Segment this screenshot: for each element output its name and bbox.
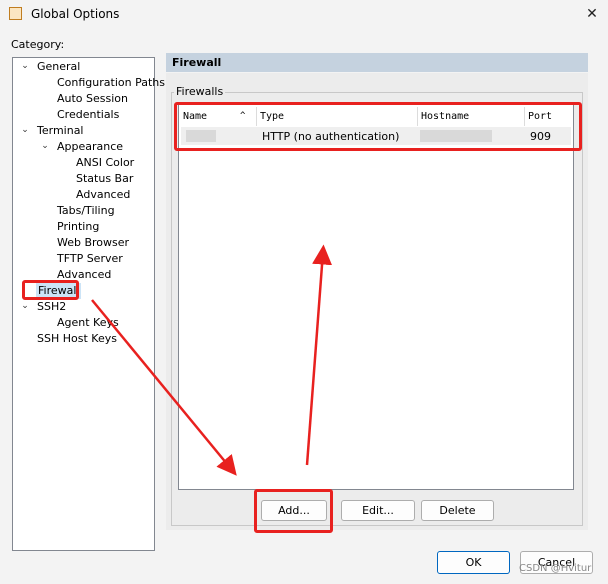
tree-item-ssh-host-keys[interactable]: SSH Host Keys bbox=[37, 331, 117, 347]
tree-item-appearance[interactable]: Appearance bbox=[57, 139, 123, 155]
section-header bbox=[166, 53, 588, 72]
firewalls-group-title: Firewalls bbox=[174, 85, 226, 98]
tree-item-auto-session[interactable]: Auto Session bbox=[57, 91, 128, 107]
tree-item-general[interactable]: General bbox=[37, 59, 80, 75]
annotation-box-list bbox=[174, 102, 582, 151]
delete-button[interactable]: Delete bbox=[421, 500, 494, 521]
tree-item-tabs-tiling[interactable]: Tabs/Tiling bbox=[57, 203, 115, 219]
tree-item-tftp-server[interactable]: TFTP Server bbox=[57, 251, 123, 267]
tree-item-ssh2[interactable]: SSH2 bbox=[37, 299, 66, 315]
chevron-down-icon[interactable]: ⌄ bbox=[20, 61, 30, 71]
chevron-down-icon[interactable]: ⌄ bbox=[20, 301, 30, 311]
annotation-box-add bbox=[254, 489, 333, 533]
app-icon bbox=[9, 7, 22, 20]
tree-item-printing[interactable]: Printing bbox=[57, 219, 99, 235]
window-title: Global Options bbox=[31, 7, 120, 21]
annotation-box-firewall bbox=[22, 280, 79, 300]
tree-item-configuration-paths[interactable]: Configuration Paths bbox=[57, 75, 165, 91]
tree-item-web-browser[interactable]: Web Browser bbox=[57, 235, 129, 251]
tree-item-terminal[interactable]: Terminal bbox=[37, 123, 84, 139]
chevron-down-icon[interactable]: ⌄ bbox=[40, 141, 50, 151]
tree-item-agent-keys[interactable]: Agent Keys bbox=[57, 315, 119, 331]
ok-button[interactable]: OK bbox=[437, 551, 510, 574]
chevron-down-icon[interactable]: ⌄ bbox=[20, 125, 30, 135]
tree-item-ansi-color[interactable]: ANSI Color bbox=[76, 155, 134, 171]
close-icon[interactable]: ✕ bbox=[582, 4, 602, 24]
section-title: Firewall bbox=[172, 56, 222, 69]
tree-item-appearance-advanced[interactable]: Advanced bbox=[76, 187, 130, 203]
tree-item-credentials[interactable]: Credentials bbox=[57, 107, 119, 123]
tree-item-status-bar[interactable]: Status Bar bbox=[76, 171, 133, 187]
category-label: Category: bbox=[11, 38, 65, 51]
watermark: CSDN @Hvitur bbox=[519, 563, 592, 574]
firewall-list[interactable] bbox=[178, 104, 574, 490]
edit-button[interactable]: Edit... bbox=[341, 500, 415, 521]
